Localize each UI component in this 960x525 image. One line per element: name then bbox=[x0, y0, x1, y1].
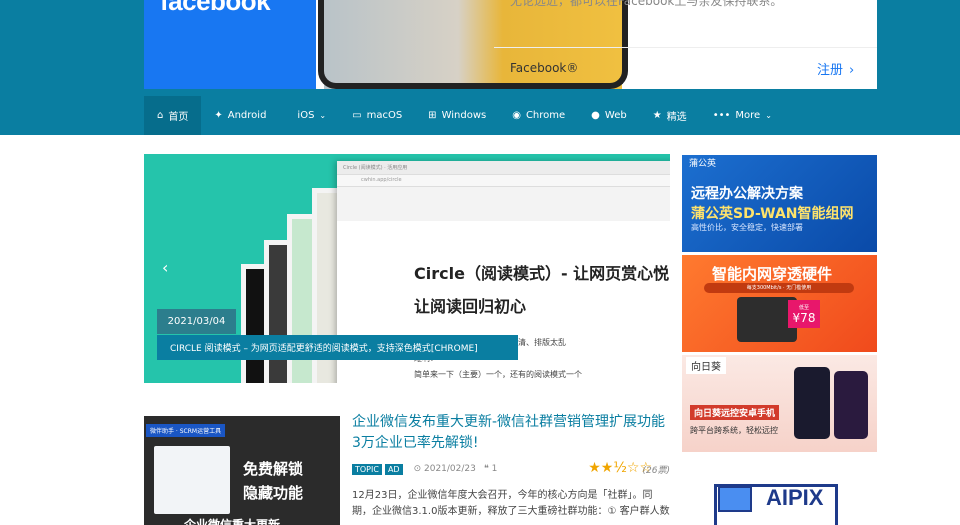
register-label: 注册 bbox=[817, 63, 844, 78]
ad-headline: 智能内网穿透硬件 bbox=[712, 265, 833, 283]
article-date: ⊙ 2021/02/23 bbox=[413, 464, 476, 474]
facebook-logo-panel: facebook bbox=[144, 0, 316, 89]
rating-count: (26票) bbox=[642, 466, 670, 476]
nav-icon: ✦ bbox=[214, 110, 223, 121]
thumbnail-screenshot bbox=[154, 446, 230, 514]
ad-divider bbox=[494, 47, 877, 48]
thumbnail-text: 免费解锁 bbox=[243, 460, 304, 478]
nav-item-android[interactable]: ✦ Android bbox=[201, 96, 279, 135]
nav-label: Web bbox=[604, 110, 627, 121]
nav-item-chrome[interactable]: ◉ Chrome bbox=[499, 96, 578, 135]
article-meta: TOPIC AD ⊙ 2021/02/23 ❝ 1 ★★½☆☆ (26票) bbox=[352, 460, 670, 476]
ad-tagline: 跨平台跨系统，轻松远控 bbox=[690, 426, 778, 435]
chevron-down-icon: ⌄ bbox=[319, 111, 327, 120]
nav-icon: ▭ bbox=[352, 110, 362, 121]
tag-topic[interactable]: TOPIC bbox=[352, 463, 382, 475]
main-nav: ⌂ 首页 ✦ Android iOS ⌄ ▭ macOS ⊞ Windows ◉ Chrome ● Web… bbox=[144, 96, 785, 135]
nav-label: 首页 bbox=[168, 112, 189, 123]
browser-tab-bar: Circle (阅读模式) · 活用应用 bbox=[337, 161, 670, 175]
slider-prev-icon[interactable]: ‹ bbox=[162, 258, 168, 277]
price-value: ¥78 bbox=[792, 311, 816, 325]
ad-aipix[interactable]: AIPIX bbox=[682, 468, 877, 525]
nav-item-windows[interactable]: ⊞ Windows bbox=[415, 96, 499, 135]
ad-sponsor-name: Facebook® bbox=[510, 61, 579, 75]
nav-item-macos[interactable]: ▭ macOS bbox=[339, 96, 415, 135]
phone-image bbox=[834, 371, 868, 439]
ad-tagline: 高性价比，安全稳定，快速部署 bbox=[691, 223, 803, 232]
facebook-logo: facebook bbox=[160, 0, 271, 16]
slide-heading: Circle（阅读模式）- 让网页赏心悦目 bbox=[414, 264, 670, 283]
slide-body-line: 简单来一下（主要）一个，还有的阅读模式一个 bbox=[414, 370, 582, 379]
nav-label: iOS bbox=[297, 110, 315, 121]
chevron-right-icon: › bbox=[849, 63, 855, 78]
thumbnail-text: 企业微信重大更新 bbox=[184, 518, 281, 525]
slide-date: 2021/03/04 bbox=[157, 309, 236, 334]
ad-pgyer-sdwan[interactable]: 蒲公英 远程办公解决方案 蒲公英SD-WAN智能组网 高性价比，安全稳定，快速部… bbox=[682, 155, 877, 252]
ad-headline: 向日葵远控安卓手机 bbox=[690, 405, 780, 420]
price-label: 低至 bbox=[798, 305, 809, 311]
featured-slider[interactable]: Circle (阅读模式) · 活用应用 cwhin.app/circle Ci… bbox=[144, 154, 670, 383]
nav-item-ios[interactable]: iOS ⌄ bbox=[279, 96, 339, 135]
nav-label: Chrome bbox=[525, 110, 566, 121]
browser-toolbar-area bbox=[337, 187, 670, 221]
nav-label: More bbox=[735, 110, 761, 121]
nav-label: Windows bbox=[441, 110, 487, 121]
slide-caption-link[interactable]: CIRCLE 阅读模式 – 为网页适配更舒适的阅读模式，支持深色模式[CHROM… bbox=[157, 335, 518, 360]
image-icon bbox=[718, 486, 752, 512]
ad-headline: 远程办公解决方案 bbox=[691, 186, 803, 202]
ad-product: 蒲公英SD-WAN智能组网 bbox=[691, 206, 854, 222]
nav-icon: ★ bbox=[652, 110, 662, 121]
phone-frame bbox=[318, 0, 628, 89]
article-title-link[interactable]: 企业微信发布重大更新-微信社群营销管理扩展功能3万企业已率先解锁! bbox=[352, 412, 672, 454]
browser-url-bar: cwhin.app/circle bbox=[337, 175, 670, 187]
ad-intranet-hardware[interactable]: 智能内网穿透硬件 每支300Mbit/s · 无门槛使用 低至 ¥78 bbox=[682, 255, 877, 352]
thumbnail-text: 隐藏功能 bbox=[243, 484, 304, 502]
thumbnail-badge: 微伴助手 · SCRM运营工具 bbox=[146, 424, 226, 437]
article-thumbnail[interactable]: 微伴助手 · SCRM运营工具 免费解锁 隐藏功能 企业微信重大更新 bbox=[144, 416, 340, 525]
nav-icon: ⊞ bbox=[428, 110, 437, 121]
ad-register-link[interactable]: 注册 › bbox=[817, 59, 854, 78]
chevron-down-icon: ⌄ bbox=[765, 111, 772, 120]
nav-icon: ◉ bbox=[512, 110, 521, 121]
ad-subline: 每支300Mbit/s · 无门槛使用 bbox=[704, 283, 854, 293]
nav-item-more[interactable]: ••• More ⌄ bbox=[700, 96, 785, 135]
slide-subheading: 让阅读回归初心 bbox=[414, 297, 527, 316]
ad-brand: 蒲公英 bbox=[689, 159, 717, 169]
nav-label: Android bbox=[227, 110, 267, 121]
nav-item-首页[interactable]: ⌂ 首页 bbox=[144, 96, 202, 135]
nav-label: macOS bbox=[366, 110, 403, 121]
nav-item-精选[interactable]: ★ 精选 bbox=[640, 96, 700, 135]
facebook-ad-banner[interactable]: facebook 无论远近，都可以在Facebook上与亲友保持联系。 Face… bbox=[144, 0, 877, 89]
site-header: facebook 无论远近，都可以在Facebook上与亲友保持联系。 Face… bbox=[0, 0, 960, 135]
tag-ad[interactable]: AD bbox=[384, 463, 403, 475]
ad-logo-text: AIPIX bbox=[766, 485, 824, 510]
nav-icon: ● bbox=[591, 110, 600, 121]
article-excerpt: 12月23日，企业微信年度大会召开，今年的核心方向是「社群」。同期，企业微信3.… bbox=[352, 490, 670, 517]
ad-brand: 向日葵 bbox=[686, 357, 726, 374]
ad-sunlogin[interactable]: 向日葵 向日葵远控安卓手机 跨平台跨系统，轻松远控 bbox=[682, 355, 877, 452]
nav-label: 精选 bbox=[666, 112, 687, 123]
ad-description: 无论远近，都可以在Facebook上与亲友保持联系。 bbox=[510, 0, 783, 8]
nav-icon: ⌂ bbox=[157, 110, 164, 121]
comment-count[interactable]: ❝ 1 bbox=[484, 464, 497, 474]
nav-icon: ••• bbox=[712, 110, 731, 121]
nav-item-web[interactable]: ● Web bbox=[578, 96, 640, 135]
phone-image bbox=[794, 367, 830, 439]
price-badge: 低至 ¥78 bbox=[788, 300, 820, 328]
